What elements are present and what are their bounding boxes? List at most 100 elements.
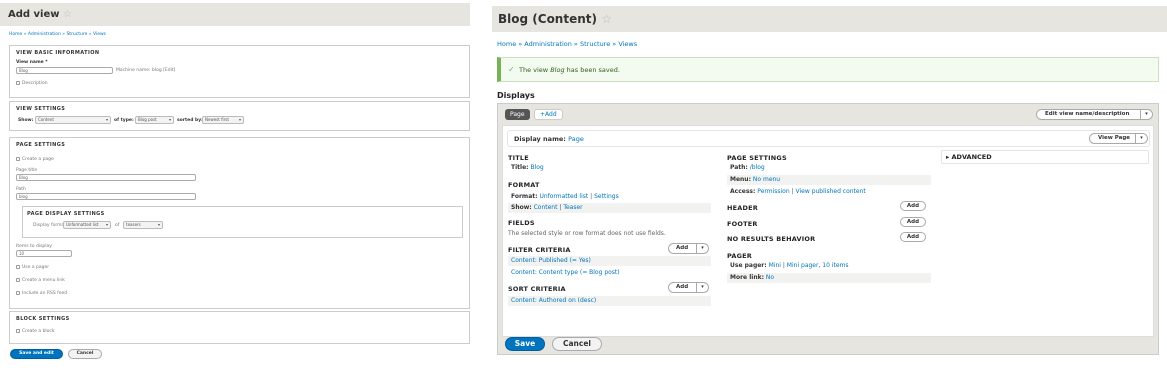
filter-add-label: Add: [676, 245, 689, 251]
breadcrumb[interactable]: Home » Administration » Structure » View…: [497, 40, 637, 48]
filter-item[interactable]: Content: Content type (= Blog post): [508, 268, 711, 278]
path-label: Path:: [730, 164, 748, 171]
star-icon[interactable]: ☆: [63, 9, 72, 20]
save-and-edit-button[interactable]: Save and edit: [10, 349, 63, 359]
star-icon[interactable]: ☆: [601, 12, 612, 26]
filter-section-heading: FILTER CRITERIA: [508, 246, 571, 254]
block-settings-fieldset: BLOCK SETTINGS Create a block: [9, 311, 470, 344]
pager-detail-link[interactable]: Mini pager, 10 items: [787, 262, 849, 269]
view-edit-pane: Blog (Content) ☆ Home » Administration »…: [492, 0, 1167, 372]
show-value[interactable]: Content: [534, 204, 558, 211]
title-section-heading: TITLE: [508, 154, 529, 162]
cancel-button[interactable]: Cancel: [552, 337, 602, 351]
description-checkbox[interactable]: [16, 81, 20, 85]
view-page-button[interactable]: View Page ▾: [1089, 133, 1148, 144]
create-page-label: Create a page: [22, 157, 54, 162]
pager-heading: PAGER: [727, 252, 752, 260]
view-settings-legend: VIEW SETTINGS: [16, 106, 66, 112]
breadcrumb[interactable]: Home » Administration » Structure » View…: [9, 32, 106, 37]
create-page-checkbox[interactable]: [16, 157, 20, 161]
block-settings-legend: BLOCK SETTINGS: [16, 316, 70, 322]
menu-value[interactable]: No menu: [753, 176, 780, 183]
filter-item-content-type[interactable]: Content: Content type (= Blog post): [511, 269, 620, 276]
format-row[interactable]: Format: Unformatted list | Settings: [508, 192, 711, 202]
sort-add-button[interactable]: Add ▾: [668, 282, 709, 293]
format-settings-link[interactable]: Settings: [594, 193, 619, 200]
view-name-input[interactable]: Blog: [16, 67, 113, 74]
format-value[interactable]: Unformatted list: [539, 193, 588, 200]
title-row[interactable]: Title: Blog: [508, 163, 711, 173]
use-pager-value[interactable]: Mini: [769, 262, 781, 269]
display-panel: Display name: Page View Page ▾ TITLE Tit…: [502, 125, 1154, 337]
of-type-select[interactable]: Blog post: [135, 116, 174, 124]
access-row[interactable]: Access: Permission | View published cont…: [727, 187, 931, 197]
page-title: Add view ☆: [8, 9, 72, 20]
add-display-button[interactable]: +Add: [534, 109, 563, 120]
check-icon: ✓: [508, 65, 515, 74]
access-permission-link[interactable]: View published content: [796, 188, 866, 195]
menu-link-checkbox[interactable]: [16, 278, 20, 282]
more-link-value[interactable]: No: [766, 274, 774, 281]
more-link-label: More link:: [730, 274, 764, 281]
show-select[interactable]: Content: [35, 116, 111, 124]
description-label: Description: [22, 81, 48, 86]
tab-page[interactable]: Page: [505, 109, 530, 120]
machine-name-text[interactable]: Machine name: blog [Edit]: [116, 68, 175, 73]
path-value[interactable]: /blog: [750, 164, 765, 171]
view-page-label: View Page: [1098, 135, 1131, 141]
display-name: Display name: Page: [514, 135, 584, 143]
save-button[interactable]: Save: [505, 337, 545, 351]
header-add-button[interactable]: Add: [900, 201, 926, 211]
rss-feed-checkbox[interactable]: [16, 291, 20, 295]
more-link-row[interactable]: More link: No: [727, 273, 931, 283]
message-post: has been saved.: [564, 66, 620, 74]
path-input[interactable]: blog: [16, 193, 196, 200]
title-label: Title:: [511, 164, 529, 171]
path-label: Path: [16, 187, 26, 192]
sorted-by-select[interactable]: Newest first: [202, 116, 244, 124]
access-label: Access:: [730, 188, 756, 195]
sort-item[interactable]: Content: Authored on (desc): [508, 296, 711, 306]
path-row[interactable]: Path: /blog: [727, 163, 931, 173]
page-settings-legend: PAGE SETTINGS: [16, 142, 66, 148]
menu-link-label: Create a menu link: [22, 278, 65, 283]
display-name-value[interactable]: Page: [568, 135, 584, 143]
status-message: ✓ The view Blog has been saved.: [497, 57, 1159, 82]
cancel-button[interactable]: Cancel: [68, 349, 102, 359]
create-block-checkbox[interactable]: [16, 329, 20, 333]
advanced-toggle[interactable]: ▸ ADVANCED: [941, 150, 1149, 164]
no-results-add-button[interactable]: Add: [900, 232, 926, 242]
page-display-fieldset: PAGE DISPLAY SETTINGS Display format: Un…: [22, 206, 463, 238]
chevron-down-icon[interactable]: ▾: [1140, 110, 1152, 119]
menu-row[interactable]: Menu: No menu: [727, 175, 931, 185]
items-display-input[interactable]: 10: [16, 250, 72, 257]
show-label: Show:: [18, 118, 34, 123]
separator: |: [590, 193, 593, 200]
access-value[interactable]: Permission: [757, 188, 789, 195]
display-format-select[interactable]: Unformatted list: [63, 221, 111, 229]
show-label: Show:: [511, 204, 532, 211]
use-pager-row[interactable]: Use pager: Mini | Mini pager, 10 items: [727, 261, 931, 271]
page-title-bar: Blog (Content) ☆: [492, 6, 1167, 32]
chevron-down-icon[interactable]: ▾: [1135, 134, 1147, 143]
filter-item-published[interactable]: Content: Published (= Yes): [511, 257, 591, 264]
filter-add-button[interactable]: Add ▾: [668, 243, 709, 254]
sort-item-authored[interactable]: Content: Authored on (desc): [511, 297, 596, 304]
page-title-bar: Add view ☆: [0, 3, 470, 26]
filter-item[interactable]: Content: Published (= Yes): [508, 256, 711, 266]
footer-add-button[interactable]: Add: [900, 217, 926, 227]
edit-view-name-button[interactable]: Edit view name/description ▾: [1036, 109, 1153, 120]
chevron-down-icon[interactable]: ▾: [696, 283, 708, 292]
use-pager-checkbox[interactable]: [16, 265, 20, 269]
row-style-select[interactable]: teasers: [123, 221, 163, 229]
page-title-input[interactable]: Blog: [16, 174, 196, 181]
fields-section-heading: FIELDS: [508, 219, 535, 227]
show-row[interactable]: Show: Content | Teaser: [508, 203, 711, 213]
teaser-link[interactable]: Teaser: [563, 204, 582, 211]
use-pager-label: Use pager:: [730, 262, 767, 269]
title-value[interactable]: Blog: [530, 164, 543, 171]
add-view-pane: Add view ☆ Home » Administration » Struc…: [0, 0, 470, 372]
format-section-heading: FORMAT: [508, 181, 540, 189]
chevron-down-icon[interactable]: ▾: [696, 244, 708, 253]
page-title-text: Blog (Content): [498, 12, 597, 26]
